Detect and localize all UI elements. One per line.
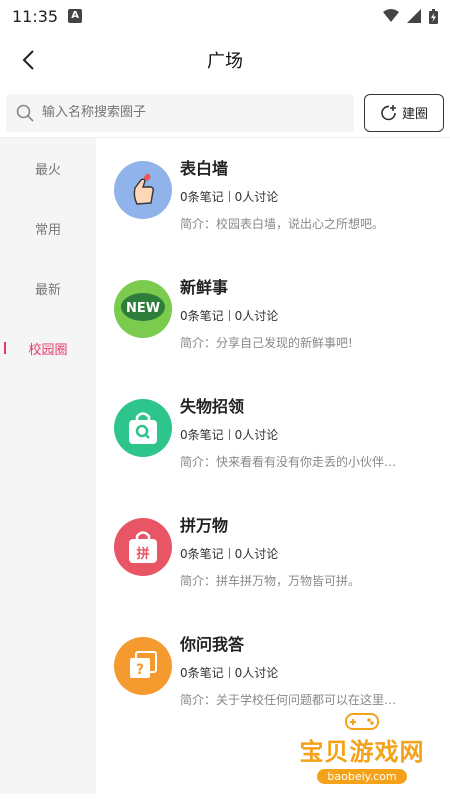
sidebar-item-common[interactable]: 常用 <box>0 198 96 258</box>
sidebar-item-label: 最火 <box>34 162 61 178</box>
status-bar: 11:35 A <box>0 0 450 32</box>
notes-count: 0条笔记 <box>180 309 224 323</box>
page-title: 广场 <box>207 51 243 72</box>
create-circle-button[interactable]: 建圈 <box>364 93 444 132</box>
circle-name: 表白墙 <box>180 159 229 178</box>
circle-name: 你问我答 <box>180 635 245 654</box>
site-watermark: 宝贝游戏网 baobeiy.com <box>292 694 432 784</box>
new-bubble-icon: NEW <box>114 280 172 338</box>
circle-stats: 0条笔记 0人讨论 <box>180 307 450 324</box>
battery-icon <box>429 8 438 24</box>
sidebar-item-label: 最新 <box>34 282 61 298</box>
circle-name: 失物招领 <box>180 397 245 416</box>
circle-name: 拼万物 <box>180 516 229 535</box>
notes-count: 0条笔记 <box>180 547 224 561</box>
back-button[interactable] <box>12 44 44 76</box>
search-row: 建圈 <box>0 88 450 138</box>
add-circle-icon <box>381 104 396 120</box>
watermark-text: 宝贝游戏网 <box>299 738 425 766</box>
circle-stats: 0条笔记 0人讨论 <box>180 426 450 443</box>
discussion-count: 0人讨论 <box>234 547 279 561</box>
sidebar-item-label: 常用 <box>34 222 61 238</box>
circle-item[interactable]: 表白墙 0条笔记 0人讨论 简介：校园表白墙，说出心之所想吧。 <box>114 156 450 275</box>
notes-count: 0条笔记 <box>180 666 224 680</box>
circle-description: 简介：校园表白墙，说出心之所想吧。 <box>180 217 385 231</box>
search-box[interactable] <box>6 93 354 132</box>
notes-count: 0条笔记 <box>180 190 224 204</box>
notes-count: 0条笔记 <box>180 428 224 442</box>
status-time: 11:35 <box>12 6 59 26</box>
discussion-count: 0人讨论 <box>234 666 279 680</box>
circle-name: 新鲜事 <box>180 278 229 297</box>
search-input[interactable] <box>42 105 344 120</box>
sidebar-item-campus[interactable]: 校园圈 <box>0 318 96 378</box>
watermark-url: baobeiy.com <box>317 769 407 784</box>
signal-icon <box>407 9 421 23</box>
circle-item[interactable]: NEW 新鲜事 0条笔记 0人讨论 简介：分享自己发现的新鲜事吧! <box>114 275 450 394</box>
sidebar-item-newest[interactable]: 最新 <box>0 258 96 318</box>
category-sidebar: 最火 常用 最新 校园圈 <box>0 138 96 794</box>
gamepad-icon <box>345 713 379 730</box>
sidebar-item-hot[interactable]: 最火 <box>0 138 96 198</box>
circle-item[interactable]: 失物招领 0条笔记 0人讨论 简介：快来看看有没有你走丢的小伙伴… <box>114 394 450 513</box>
discussion-count: 0人讨论 <box>234 309 279 323</box>
finger-heart-icon <box>114 161 172 219</box>
bag-search-icon <box>114 399 172 457</box>
circle-stats: 0条笔记 0人讨论 <box>180 188 450 205</box>
question-icon: ? <box>114 637 172 695</box>
wifi-icon <box>383 9 399 22</box>
app-notification-icon: A <box>68 9 83 23</box>
question-badge-text: ? <box>136 662 144 678</box>
search-icon <box>16 104 34 122</box>
circle-stats: 0条笔记 0人讨论 <box>180 664 450 681</box>
discussion-count: 0人讨论 <box>234 428 279 442</box>
back-arrow-icon <box>22 50 34 70</box>
circle-description: 简介：分享自己发现的新鲜事吧! <box>180 336 353 350</box>
top-nav: 广场 <box>0 32 450 88</box>
circle-description: 简介：快来看看有没有你走丢的小伙伴… <box>180 455 397 469</box>
discussion-count: 0人讨论 <box>234 190 279 204</box>
create-circle-label: 建圈 <box>401 107 428 122</box>
circle-item[interactable]: 拼 拼万物 0条笔记 0人讨论 简介：拼车拼万物，万物皆可拼。 <box>114 513 450 632</box>
circle-stats: 0条笔记 0人讨论 <box>180 545 450 562</box>
new-badge-text: NEW <box>126 301 160 316</box>
pin-bag-icon: 拼 <box>114 518 172 576</box>
sidebar-item-label: 校园圈 <box>28 342 68 358</box>
circle-description: 简介：拼车拼万物，万物皆可拼。 <box>180 574 361 588</box>
pin-badge-text: 拼 <box>136 546 149 562</box>
